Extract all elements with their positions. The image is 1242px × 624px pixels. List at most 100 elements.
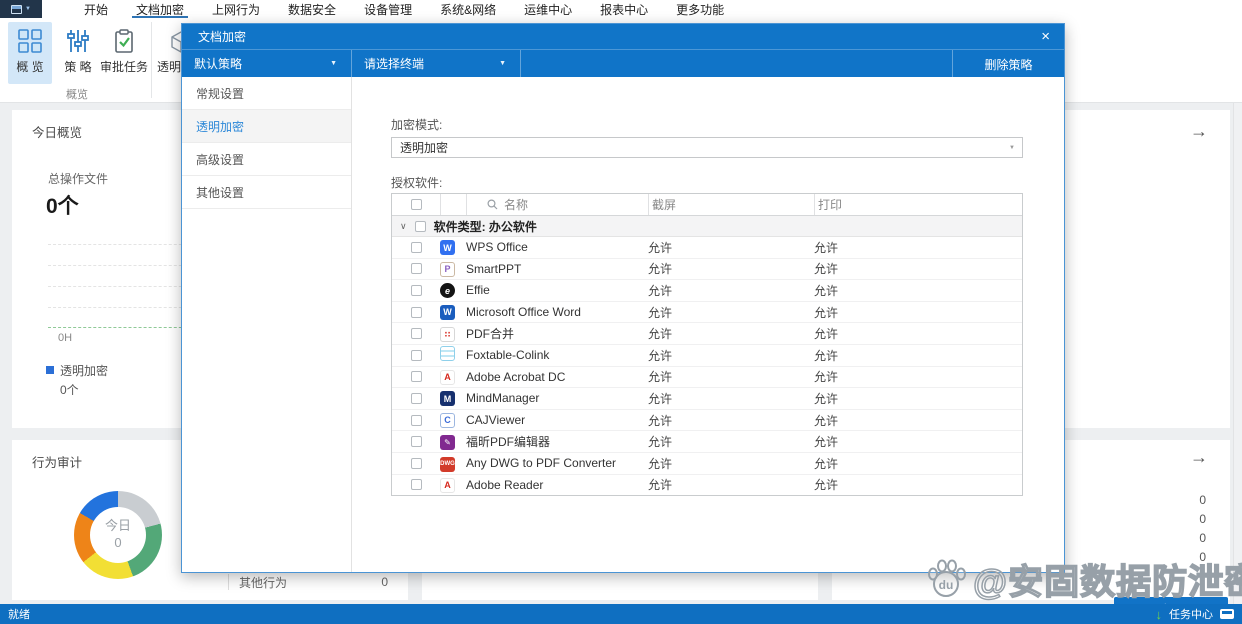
print-permission[interactable]: 允许 xyxy=(814,455,1022,472)
task-center-link[interactable]: 任务中心 xyxy=(1169,606,1213,622)
row-checkbox[interactable] xyxy=(410,414,422,426)
row-checkbox[interactable] xyxy=(410,392,422,404)
software-row[interactable]: Microsoft Office Word 允许 允许 xyxy=(392,302,1022,324)
menu-tab[interactable]: 数据安全 xyxy=(274,0,350,18)
print-permission[interactable]: 允许 xyxy=(814,390,1022,407)
donut-legend-row: 其他行为 0 xyxy=(228,574,392,590)
task-center-icon[interactable] xyxy=(1220,609,1234,619)
row-checkbox[interactable] xyxy=(410,263,422,275)
software-row[interactable]: Adobe Reader 允许 允许 xyxy=(392,475,1022,495)
screenshot-permission[interactable]: 允许 xyxy=(648,325,814,342)
row-checkbox[interactable] xyxy=(410,284,422,296)
software-row[interactable]: WPS Office 允许 允许 xyxy=(392,237,1022,259)
row-checkbox[interactable] xyxy=(410,328,422,340)
print-permission[interactable]: 允许 xyxy=(814,282,1022,299)
software-row[interactable]: 福昕PDF编辑器 允许 允许 xyxy=(392,431,1022,453)
menu-tab-label: 报表中心 xyxy=(600,2,649,17)
wps-office-icon xyxy=(440,240,455,256)
nav-item-transparent-encryption[interactable]: 透明加密 xyxy=(182,110,351,143)
terminal-dropdown-placeholder: 请选择终端 xyxy=(364,57,425,71)
software-name: Adobe Reader xyxy=(466,477,544,492)
software-row[interactable]: Any DWG to PDF Converter 允许 允许 xyxy=(392,453,1022,475)
row-checkbox[interactable] xyxy=(410,349,422,361)
arrow-right-icon[interactable]: → xyxy=(1190,122,1208,140)
encryption-mode-select[interactable]: 透明加密 ▼ xyxy=(391,137,1023,158)
screenshot-permission[interactable]: 允许 xyxy=(648,455,814,472)
software-row[interactable]: Effie 允许 允许 xyxy=(392,280,1022,302)
row-checkbox[interactable] xyxy=(410,457,422,469)
terminal-dropdown[interactable]: 请选择终端 ▼ xyxy=(351,49,520,78)
policy-dropdown[interactable]: 默认策略 ▼ xyxy=(182,50,351,78)
print-permission[interactable]: 允许 xyxy=(814,433,1022,450)
row-checkbox[interactable] xyxy=(410,306,422,318)
menu-tab[interactable]: 系统&网络 xyxy=(426,0,510,18)
menu-tab-label: 开始 xyxy=(84,2,109,17)
dialog-content: 加密模式: 透明加密 ▼ 授权软件: 名称 截屏 打印 ∨ 软件类型: 办公软件… xyxy=(352,77,1228,621)
nav-item-general-settings[interactable]: 常规设置 xyxy=(182,77,351,110)
menu-tab[interactable]: 运维中心 xyxy=(510,0,586,18)
print-permission[interactable]: 允许 xyxy=(814,476,1022,493)
group-checkbox[interactable] xyxy=(414,220,426,232)
ribbon-button-policy[interactable]: 策 略 xyxy=(56,22,100,84)
print-permission[interactable]: 允许 xyxy=(814,239,1022,256)
software-name: WPS Office xyxy=(466,240,528,255)
screenshot-permission[interactable]: 允许 xyxy=(648,476,814,493)
screenshot-permission[interactable]: 允许 xyxy=(648,260,814,277)
menu-tab[interactable]: 更多功能 xyxy=(662,0,738,18)
donut-center-value: 0 xyxy=(114,535,122,550)
screenshot-permission[interactable]: 允许 xyxy=(648,282,814,299)
legend-row-value: 0 xyxy=(381,575,388,589)
print-permission[interactable]: 允许 xyxy=(814,304,1022,321)
screenshot-permission[interactable]: 允许 xyxy=(648,347,814,364)
row-checkbox[interactable] xyxy=(410,241,422,253)
software-row[interactable]: SmartPPT 允许 允许 xyxy=(392,259,1022,281)
legend-label: 透明加密 xyxy=(60,364,109,378)
acrobat-icon xyxy=(440,369,455,385)
screenshot-permission[interactable]: 允许 xyxy=(648,304,814,321)
row-checkbox[interactable] xyxy=(410,371,422,383)
menubar: ▼ 开始 文档加密 上网行为 数据安全 设备管理 系统&网络 运维中心 报表中心… xyxy=(0,0,1242,18)
software-row[interactable]: CAJViewer 允许 允许 xyxy=(392,410,1022,432)
software-name: Adobe Acrobat DC xyxy=(466,369,566,384)
menu-tab[interactable]: 设备管理 xyxy=(350,0,426,18)
print-permission[interactable]: 允许 xyxy=(814,412,1022,429)
menu-tab[interactable]: 上网行为 xyxy=(198,0,274,18)
row-checkbox[interactable] xyxy=(410,479,422,491)
screenshot-permission[interactable]: 允许 xyxy=(648,368,814,385)
app-menu-button[interactable]: ▼ xyxy=(0,0,42,18)
ribbon-button-approval[interactable]: 审批任务 xyxy=(100,22,148,84)
nav-item-advanced-settings[interactable]: 高级设置 xyxy=(182,143,351,176)
software-group-row[interactable]: ∨ 软件类型: 办公软件 xyxy=(392,216,1022,237)
select-all-checkbox[interactable] xyxy=(410,199,422,210)
software-table-body: WPS Office 允许 允许 SmartPPT 允许 允许 Effie 允许… xyxy=(392,237,1022,495)
software-name: Foxtable-Colink xyxy=(466,348,550,363)
search-icon[interactable] xyxy=(487,199,498,210)
screenshot-permission[interactable]: 允许 xyxy=(648,433,814,450)
software-row[interactable]: Foxtable-Colink 允许 允许 xyxy=(392,345,1022,367)
software-row[interactable]: Adobe Acrobat DC 允许 允许 xyxy=(392,367,1022,389)
statusbar: 就绪 ↓ 任务中心 xyxy=(0,604,1242,624)
software-row[interactable]: PDF合并 允许 允许 xyxy=(392,323,1022,345)
nav-item-other-settings[interactable]: 其他设置 xyxy=(182,176,351,209)
print-permission[interactable]: 允许 xyxy=(814,260,1022,277)
ribbon-button-overview[interactable]: 概 览 xyxy=(8,22,52,84)
menu-tab[interactable]: 报表中心 xyxy=(586,0,662,18)
screenshot-permission[interactable]: 允许 xyxy=(648,239,814,256)
software-row[interactable]: MindManager 允许 允许 xyxy=(392,388,1022,410)
arrow-right-icon[interactable]: → xyxy=(1190,448,1208,466)
menu-tab[interactable]: 文档加密 xyxy=(122,0,198,18)
menu-tab[interactable]: 开始 xyxy=(70,0,122,18)
screenshot-permission[interactable]: 允许 xyxy=(648,390,814,407)
print-permission[interactable]: 允许 xyxy=(814,325,1022,342)
name-column-header: 名称 xyxy=(504,198,529,212)
screenshot-column-header: 截屏 xyxy=(648,194,814,215)
chevron-down-icon[interactable]: ∨ xyxy=(400,221,407,232)
screenshot-permission[interactable]: 允许 xyxy=(648,412,814,429)
row-checkbox[interactable] xyxy=(410,436,422,448)
group-label: 软件类型: 办公软件 xyxy=(433,219,537,234)
close-icon[interactable]: × xyxy=(1041,29,1050,44)
print-permission[interactable]: 允许 xyxy=(814,368,1022,385)
delete-policy-button[interactable]: 删除策略 xyxy=(952,50,1064,78)
page-scrollbar[interactable] xyxy=(1233,103,1242,604)
print-permission[interactable]: 允许 xyxy=(814,347,1022,364)
